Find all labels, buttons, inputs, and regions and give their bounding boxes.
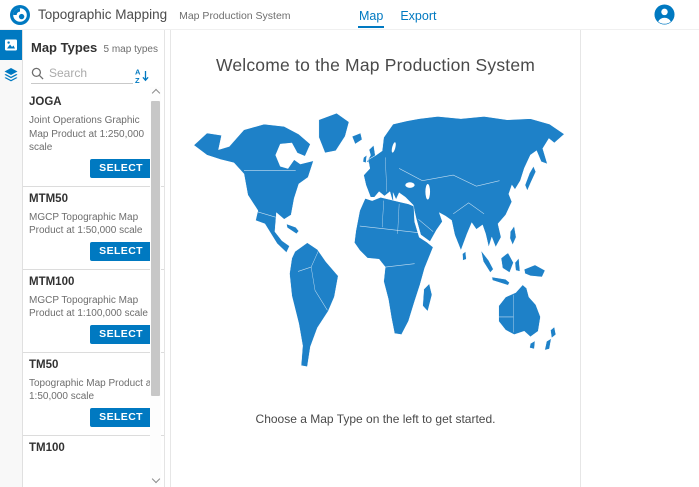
panel-title: Map Types: [31, 40, 97, 55]
japan: [524, 166, 535, 190]
world-map-container: [183, 102, 569, 390]
sumatra: [480, 250, 492, 272]
strip-item-map-types[interactable]: [0, 30, 22, 60]
sulawesi: [514, 258, 519, 271]
account-circle-icon: [654, 4, 675, 25]
sri-lanka: [462, 252, 466, 261]
map-type-name: TM50: [29, 359, 155, 371]
layers-icon: [3, 67, 19, 83]
continents: [193, 113, 564, 367]
search-row: A Z: [31, 66, 150, 84]
search-box: [31, 66, 133, 84]
instruction-text: Choose a Map Type on the left to get sta…: [256, 412, 496, 426]
app-subtitle: Map Production System: [179, 8, 290, 22]
greenland: [318, 113, 348, 153]
app-header: Topographic Mapping Map Production Syste…: [0, 0, 699, 30]
app-logo-icon: [10, 5, 30, 25]
borneo: [501, 253, 513, 273]
user-avatar-button[interactable]: [654, 4, 675, 25]
nav-tab-map[interactable]: Map: [358, 2, 384, 28]
tasmania: [529, 341, 534, 349]
map-icon: [3, 37, 19, 53]
sidebar-scrollbar[interactable]: [150, 87, 161, 485]
app-title: Topographic Mapping: [38, 7, 167, 22]
content-row: Map Types 5 map types A Z: [0, 30, 699, 487]
panel-header: Map Types 5 map types: [23, 30, 164, 55]
map-type-item: MTM50 MGCP Topographic Map Product at 1:…: [23, 187, 164, 270]
select-button[interactable]: SELECT: [90, 325, 152, 344]
map-type-list: JOGA Joint Operations Graphic Map Produc…: [23, 90, 164, 487]
map-type-count: 5 map types: [104, 44, 158, 55]
select-button[interactable]: SELECT: [90, 242, 152, 261]
iceland: [352, 133, 362, 144]
map-type-item: JOGA Joint Operations Graphic Map Produc…: [23, 90, 164, 187]
right-empty-area: [581, 30, 699, 487]
map-type-name: JOGA: [29, 96, 155, 108]
tool-strip: [0, 30, 23, 487]
map-type-description: Joint Operations Graphic Map Product at …: [29, 114, 155, 155]
madagascar: [422, 284, 431, 312]
map-type-description: MGCP Topographic Map Product at 1:50,000…: [29, 211, 155, 238]
map-type-item: TM100: [23, 436, 164, 462]
scroll-down-arrow-icon[interactable]: [151, 475, 159, 483]
main-content: Welcome to the Map Production System: [170, 30, 581, 487]
ireland: [362, 155, 366, 163]
app-window: Topographic Mapping Map Production Syste…: [0, 0, 699, 487]
new-zealand-north: [550, 327, 555, 338]
search-input[interactable]: [49, 66, 131, 80]
map-type-description: MGCP Topographic Map Product at 1:100,00…: [29, 294, 155, 321]
select-button[interactable]: SELECT: [90, 159, 152, 178]
map-type-name: MTM100: [29, 276, 155, 288]
scrollbar-thumb[interactable]: [151, 101, 160, 396]
nav-tab-export[interactable]: Export: [399, 2, 437, 28]
map-types-panel: Map Types 5 map types A Z: [23, 30, 165, 487]
map-type-name: MTM50: [29, 193, 155, 205]
world-map-image: [183, 102, 569, 390]
svg-text:Z: Z: [135, 76, 140, 84]
australia: [498, 285, 540, 337]
select-button[interactable]: SELECT: [90, 408, 152, 427]
map-type-description: Topographic Map Product at 1:50,000 scal…: [29, 377, 155, 404]
map-type-name: TM100: [29, 442, 155, 454]
map-type-item: MTM100 MGCP Topographic Map Product at 1…: [23, 270, 164, 353]
java: [491, 277, 509, 285]
strip-item-layers[interactable]: [0, 60, 22, 90]
sort-az-button[interactable]: A Z: [134, 67, 150, 84]
sort-az-icon: A Z: [134, 67, 150, 84]
top-nav: Map Export: [358, 0, 437, 29]
welcome-heading: Welcome to the Map Production System: [216, 55, 535, 76]
map-type-item: TM50 Topographic Map Product at 1:50,000…: [23, 353, 164, 436]
cuba: [286, 224, 298, 234]
new-guinea: [524, 265, 545, 277]
search-icon: [31, 67, 44, 80]
new-zealand-south: [544, 338, 551, 350]
philippines: [509, 226, 515, 245]
scroll-up-arrow-icon[interactable]: [151, 89, 159, 97]
